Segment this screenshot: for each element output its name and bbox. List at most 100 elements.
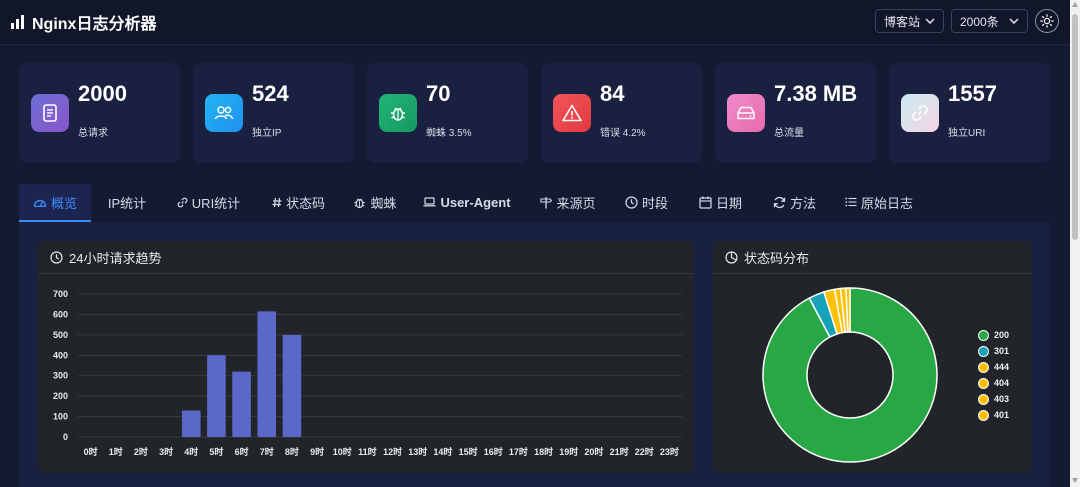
bar[interactable] [232,371,251,437]
tab-4[interactable]: 状态码 [261,184,336,220]
legend-item[interactable]: 301 [978,343,1009,359]
tab-11[interactable]: 原始日志 [834,184,924,220]
stat-value: 84 [600,81,625,106]
legend-label: 403 [994,394,1010,404]
x-tick-label: 18时 [534,446,553,457]
x-tick-label: 5时 [209,446,223,457]
tab-label: IP统计 [107,195,147,211]
tab-10[interactable]: 方法 [762,184,827,220]
dashboard-icon [33,197,47,207]
stat-label: 错误 4.2% [600,128,646,139]
y-tick-label: 700 [53,289,68,299]
legend-swatch [978,329,989,341]
chevron-down-icon [1009,18,1019,24]
tab-label: 状态码 [285,195,325,211]
tab-5[interactable]: 蜘蛛 [345,184,405,220]
bar[interactable] [181,410,201,437]
warning-icon [553,94,591,132]
brand: Nginx日志分析器 [10,11,156,33]
tab-2[interactable]: IP统计 [97,184,157,220]
site-select-value: 博客站 [884,14,921,29]
stat-value: 7.38 MB [774,81,858,106]
legend-item[interactable]: 444 [978,359,1009,375]
tab-label: 蜘蛛 [370,195,397,211]
x-tick-label: 22时 [635,446,654,457]
status-panel-header: 状态码分布 [713,241,1032,274]
y-tick-label: 200 [53,391,68,401]
bar-chart-icon [11,15,24,29]
stat-value: 524 [252,81,289,106]
stat-card: 1557 独立URI [889,63,1050,163]
legend-item[interactable]: 404 [978,375,1009,391]
x-tick-label: 15时 [459,446,478,457]
x-tick-label: 12时 [383,446,402,457]
legend-label: 401 [994,410,1010,420]
tab-label: URI统计 [191,195,241,211]
x-tick-label: 10时 [333,446,352,457]
x-tick-label: 9时 [310,446,324,457]
scroll-up-arrow[interactable] [1072,2,1078,7]
tab-9[interactable]: 日期 [688,184,753,220]
y-tick-label: 600 [53,309,68,319]
stat-card: 524 独立IP [193,63,354,163]
status-donut-chart [762,287,938,463]
vertical-scrollbar[interactable] [1070,0,1080,487]
trend-panel-title: 24小时请求趋势 [69,250,162,266]
tab-1[interactable]: 概览 [19,184,91,222]
laptop-icon [423,197,436,207]
count-select[interactable]: 2000条 [951,9,1028,33]
bar[interactable] [257,311,277,437]
stat-card: 84 错误 4.2% [541,63,702,163]
calendar-icon [699,196,712,209]
stat-label: 总流量 [774,128,804,139]
trend-bar-chart: 0 100 200 300 400 500 600 700 0时 1时 2时 3时 4时 5时 6时 7时 8时… [53,289,682,457]
bar[interactable] [207,355,226,437]
legend-item[interactable]: 401 [978,407,1009,423]
hash-icon [272,197,282,208]
link-icon [901,94,939,132]
x-tick-label: 19时 [559,446,578,457]
legend-label: 301 [994,346,1010,356]
y-tick-label: 500 [53,330,68,340]
legend-item[interactable]: 403 [978,391,1009,407]
x-tick-label: 1时 [109,446,123,457]
scroll-down-arrow[interactable] [1072,478,1078,483]
site-select[interactable]: 博客站 [875,9,944,33]
theme-toggle-button[interactable] [1035,9,1059,33]
tab-7[interactable]: 来源页 [528,184,608,220]
x-tick-label: 7时 [260,446,274,457]
x-tick-label: 11时 [358,446,377,457]
bar[interactable] [282,334,302,437]
stat-label: 总请求 [78,128,108,139]
y-tick-label: 300 [53,371,68,381]
stat-value: 2000 [78,81,127,106]
stat-value: 1557 [948,81,997,106]
bug-icon [379,94,417,132]
clock-icon [50,250,63,264]
x-tick-label: 21时 [610,446,629,457]
scrollbar-thumb[interactable] [1072,14,1078,240]
x-tick-label: 16时 [484,446,503,457]
legend-item[interactable]: 200 [978,327,1009,343]
status-panel-title: 状态码分布 [744,250,810,266]
tab-3[interactable]: URI统计 [166,184,251,220]
trend-panel-header: 24小时请求趋势 [38,241,694,274]
x-tick-label: 14时 [433,446,452,457]
tab-bar: 概览 IP统计 URI统计 状态码 蜘蛛 User-Agent 来源页 时段 日期 方法 原始日志 [19,184,1050,223]
tab-label: 概览 [50,195,77,211]
legend-label: 444 [994,362,1010,372]
x-tick-label: 3时 [159,446,173,457]
stat-label: 独立URI [948,128,986,139]
bug-icon [353,196,366,209]
stat-card: 7.38 MB 总流量 [715,63,876,163]
x-tick-label: 0时 [84,446,98,457]
tab-label: User-Agent [440,194,511,210]
tab-label: 原始日志 [860,195,913,211]
y-tick-label: 400 [53,350,68,360]
tab-6[interactable]: User-Agent [417,184,517,220]
tab-8[interactable]: 时段 [614,184,679,220]
x-tick-label: 2时 [134,446,148,457]
sun-icon [1040,14,1054,28]
y-tick-label: 100 [53,412,68,422]
legend-swatch [978,393,989,405]
